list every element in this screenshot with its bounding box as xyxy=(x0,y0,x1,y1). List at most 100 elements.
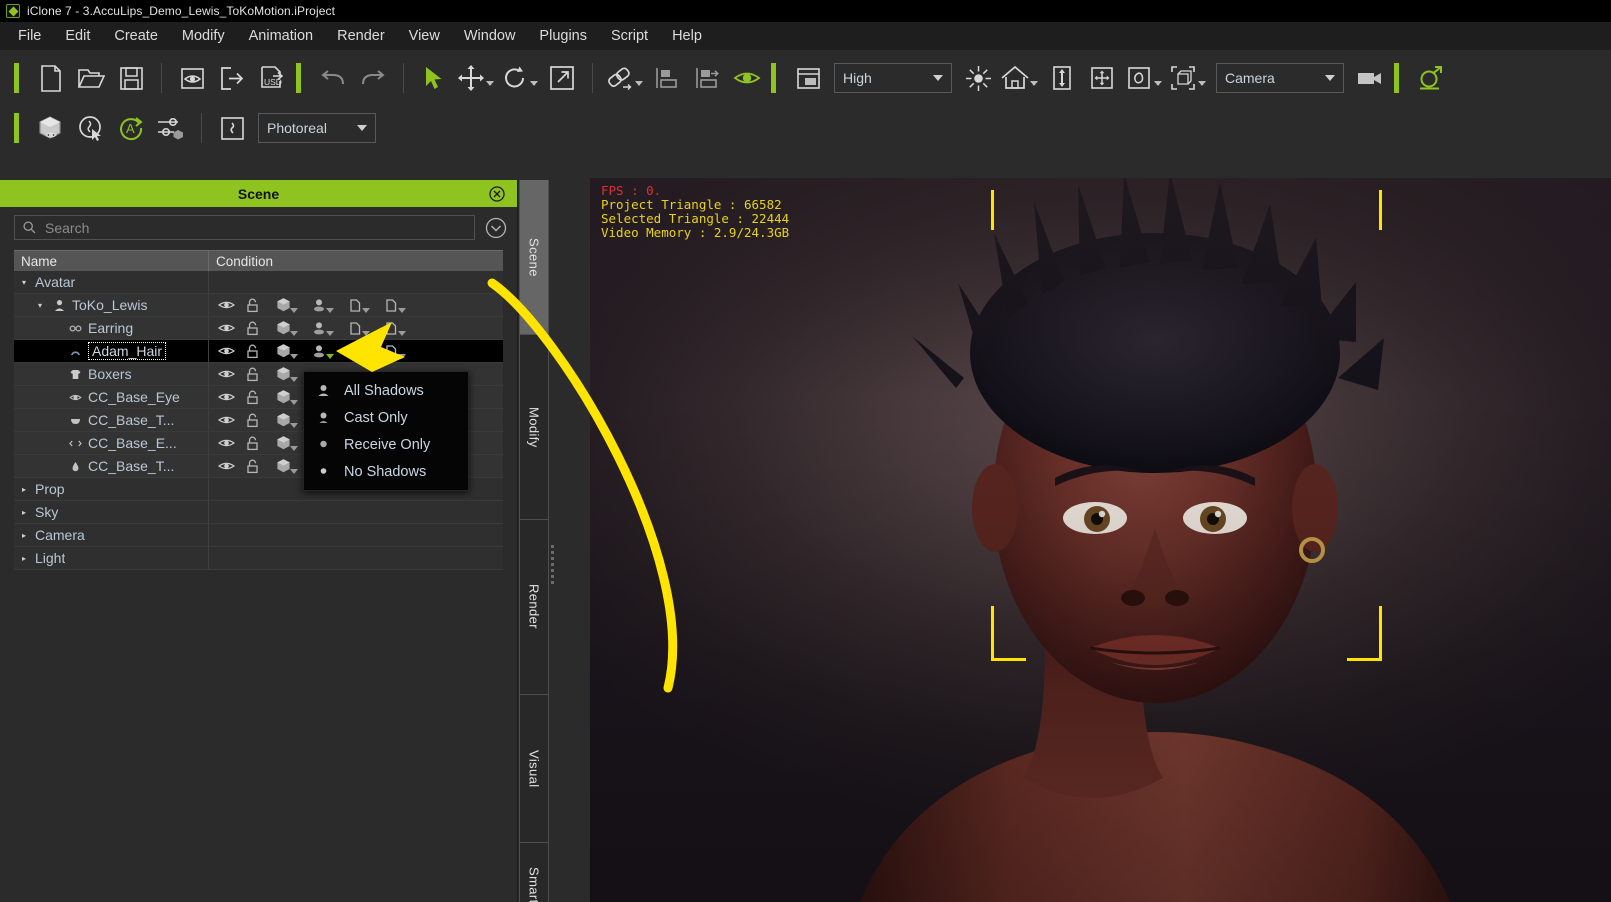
visibility-toggle-icon[interactable] xyxy=(213,455,239,477)
chevron-down-icon[interactable] xyxy=(290,469,298,474)
tab-modify[interactable]: Modify xyxy=(519,335,549,520)
chevron-down-icon[interactable] xyxy=(290,377,298,382)
menu-edit[interactable]: Edit xyxy=(53,24,102,48)
undo-icon[interactable] xyxy=(313,58,353,98)
mesh-display-icon[interactable] xyxy=(265,409,301,431)
corner-icon[interactable] xyxy=(373,317,409,339)
chevron-down-icon[interactable] xyxy=(398,354,406,359)
chevron-down-icon[interactable] xyxy=(362,331,370,336)
auto-update-icon[interactable]: A xyxy=(111,108,151,148)
tab-scene[interactable]: Scene xyxy=(519,180,549,335)
lock-toggle-icon[interactable] xyxy=(239,363,265,385)
tree-row[interactable]: ▾ Avatar xyxy=(14,271,503,294)
corner-icon[interactable] xyxy=(337,317,373,339)
corner-icon[interactable] xyxy=(373,294,409,316)
flag-icon[interactable] xyxy=(337,340,373,362)
visibility-toggle-icon[interactable] xyxy=(213,432,239,454)
tree-row-name-cell[interactable]: ▸ Prop xyxy=(14,478,209,500)
close-icon[interactable] xyxy=(489,185,505,202)
menu-item-all-shadows[interactable]: All Shadows xyxy=(304,377,468,404)
tree-row-name-cell[interactable]: CC_Base_Eye xyxy=(14,386,209,408)
column-header-condition[interactable]: Condition xyxy=(209,251,503,271)
render-mode-select[interactable]: Photoreal xyxy=(258,113,376,143)
chevron-down-icon[interactable] xyxy=(362,354,370,359)
tab-visual[interactable]: Visual xyxy=(519,695,549,843)
tab-smart-g[interactable]: Smart G xyxy=(519,843,549,902)
quality-select[interactable]: High xyxy=(834,63,952,93)
chevron-down-icon[interactable] xyxy=(290,308,298,313)
menu-create[interactable]: Create xyxy=(102,24,170,48)
tree-row-name-cell[interactable]: CC_Base_E... xyxy=(14,432,209,454)
video-camera-icon[interactable] xyxy=(1350,58,1390,98)
shadow-mode-icon[interactable] xyxy=(301,317,337,339)
tree-row-name-cell[interactable]: CC_Base_T... xyxy=(14,409,209,431)
expander-expand-icon[interactable]: ▸ xyxy=(18,508,30,517)
menu-animation[interactable]: Animation xyxy=(237,24,325,48)
tree-row[interactable]: Adam_Hair xyxy=(14,340,503,363)
visibility-toggle-icon[interactable] xyxy=(213,294,239,316)
menu-item-receive-only[interactable]: Receive Only xyxy=(304,431,468,458)
expander-expand-icon[interactable]: ▸ xyxy=(18,485,30,494)
lock-toggle-icon[interactable] xyxy=(239,409,265,431)
expander-collapse-icon[interactable]: ▾ xyxy=(34,301,46,310)
visibility-toggle-icon[interactable] xyxy=(213,409,239,431)
shadow-mode-icon[interactable] xyxy=(301,340,337,362)
render-preview-icon[interactable] xyxy=(31,108,71,148)
usd-export-icon[interactable]: USD xyxy=(252,58,292,98)
home-view-icon[interactable] xyxy=(998,58,1032,98)
tree-row[interactable]: Earring xyxy=(14,317,503,340)
settings-sliders-icon[interactable] xyxy=(151,108,191,148)
mesh-display-icon[interactable] xyxy=(265,432,301,454)
chevron-down-icon[interactable] xyxy=(362,308,370,313)
search-input[interactable]: Search xyxy=(14,215,475,240)
save-project-icon[interactable] xyxy=(111,58,151,98)
menu-script[interactable]: Script xyxy=(599,24,660,48)
chevron-down-icon[interactable] xyxy=(326,331,334,336)
frame-object-icon[interactable] xyxy=(1166,58,1200,98)
mesh-display-icon[interactable] xyxy=(265,340,301,362)
mesh-display-icon[interactable] xyxy=(265,455,301,477)
chevron-down-icon[interactable] xyxy=(290,400,298,405)
rotate-tool-icon[interactable] xyxy=(498,58,532,98)
tree-row-name-cell[interactable]: ▾ ToKo_Lewis xyxy=(14,294,209,316)
corner-icon[interactable] xyxy=(373,340,409,362)
tree-node-name-input[interactable]: Adam_Hair xyxy=(88,342,167,360)
toolbar-panel-icon[interactable] xyxy=(212,108,252,148)
tree-row[interactable]: ▸ Sky xyxy=(14,501,503,524)
column-header-name[interactable]: Name xyxy=(14,251,209,271)
layout-icon[interactable] xyxy=(788,58,828,98)
filter-chevron-icon[interactable] xyxy=(485,217,507,239)
new-project-icon[interactable] xyxy=(31,58,71,98)
chevron-down-icon[interactable] xyxy=(290,354,298,359)
chevron-down-icon[interactable] xyxy=(398,308,406,313)
visibility-toggle-icon[interactable] xyxy=(213,340,239,362)
mesh-display-icon[interactable] xyxy=(265,294,301,316)
lock-toggle-icon[interactable] xyxy=(239,432,265,454)
mesh-display-icon[interactable] xyxy=(265,363,301,385)
tree-row-name-cell[interactable]: ▸ Sky xyxy=(14,501,209,523)
select-tool-icon[interactable] xyxy=(414,58,454,98)
mesh-display-icon[interactable] xyxy=(265,317,301,339)
menu-help[interactable]: Help xyxy=(660,24,714,48)
tree-row[interactable]: ▸ Camera xyxy=(14,524,503,547)
visibility-toggle-icon[interactable] xyxy=(213,317,239,339)
chevron-down-icon[interactable] xyxy=(326,308,334,313)
lock-toggle-icon[interactable] xyxy=(239,386,265,408)
menu-render[interactable]: Render xyxy=(325,24,397,48)
chevron-down-icon[interactable] xyxy=(326,354,334,359)
visibility-toggle-icon[interactable] xyxy=(213,386,239,408)
tree-row[interactable]: ▸ Light xyxy=(14,547,503,570)
lock-toggle-icon[interactable] xyxy=(239,455,265,477)
chevron-down-icon[interactable] xyxy=(290,446,298,451)
scale-tool-icon[interactable] xyxy=(542,58,582,98)
redo-icon[interactable] xyxy=(353,58,393,98)
lock-toggle-icon[interactable] xyxy=(239,340,265,362)
preview-icon[interactable] xyxy=(172,58,212,98)
lock-toggle-icon[interactable] xyxy=(239,317,265,339)
camera-select[interactable]: Camera xyxy=(1216,63,1344,93)
light-icon[interactable] xyxy=(958,58,998,98)
menu-modify[interactable]: Modify xyxy=(170,24,237,48)
align-bottom-icon[interactable] xyxy=(647,58,687,98)
move-tool-icon[interactable] xyxy=(454,58,488,98)
tree-row-name-cell[interactable]: ▾ Avatar xyxy=(14,271,209,293)
